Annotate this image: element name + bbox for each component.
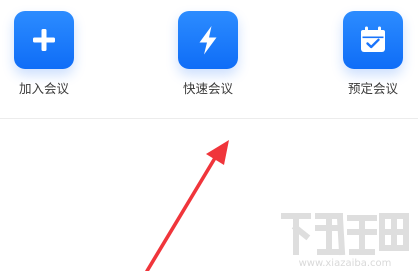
quick-meeting-button[interactable]: 快速会议 <box>163 10 253 106</box>
schedule-meeting-button[interactable]: 预定会议 <box>329 10 418 106</box>
quick-meeting-tile[interactable] <box>178 11 238 69</box>
schedule-meeting-tile[interactable] <box>343 11 403 69</box>
plus-icon <box>33 29 55 51</box>
meeting-actions-bar: 加入会议 快速会议 预定会议 <box>0 0 418 118</box>
meeting-list-area <box>0 119 418 271</box>
calendar-check-icon <box>361 26 385 52</box>
lightning-icon <box>199 26 217 55</box>
join-meeting-label: 加入会议 <box>18 81 69 96</box>
schedule-meeting-label: 预定会议 <box>347 81 398 96</box>
join-meeting-tile[interactable] <box>14 11 74 69</box>
join-meeting-button[interactable]: 加入会议 <box>0 10 90 106</box>
quick-meeting-label: 快速会议 <box>182 81 233 96</box>
